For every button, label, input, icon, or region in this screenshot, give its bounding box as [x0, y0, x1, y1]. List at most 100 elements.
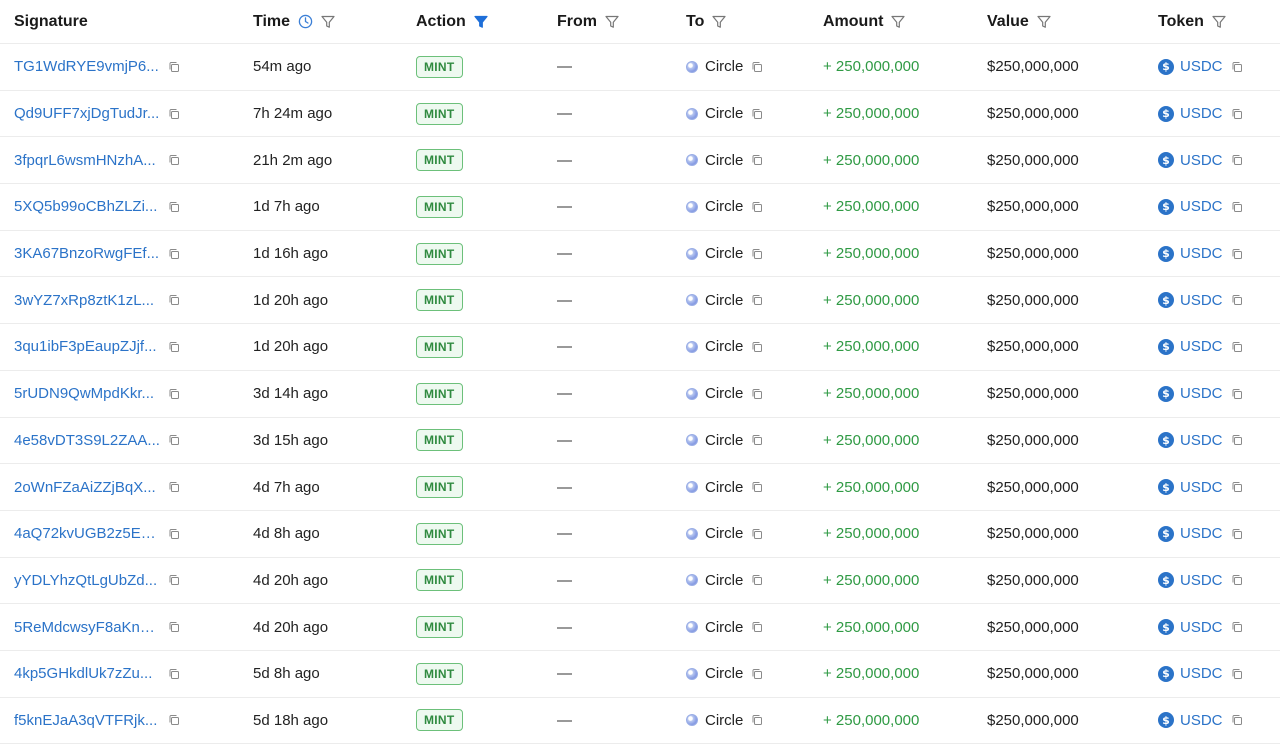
action-badge[interactable]: MINT [416, 149, 463, 172]
signature-link[interactable]: Qd9UFF7xjDgTudJr... [14, 105, 160, 122]
copy-icon[interactable] [168, 388, 180, 400]
copy-icon[interactable] [751, 528, 763, 540]
copy-icon[interactable] [751, 481, 763, 493]
filter-icon[interactable] [321, 15, 335, 29]
to-link[interactable]: Circle [705, 712, 743, 729]
copy-icon[interactable] [168, 341, 180, 353]
token-link[interactable]: USDC [1180, 198, 1223, 215]
action-badge[interactable]: MINT [416, 429, 463, 452]
signature-link[interactable]: 3qu1ibF3pEaupZJjf... [14, 338, 160, 355]
to-link[interactable]: Circle [705, 152, 743, 169]
action-badge[interactable]: MINT [416, 242, 463, 265]
copy-icon[interactable] [168, 248, 180, 260]
token-link[interactable]: USDC [1180, 245, 1223, 262]
copy-icon[interactable] [168, 621, 180, 633]
signature-link[interactable]: TG1WdRYE9vmjP6... [14, 58, 160, 75]
signature-link[interactable]: 2oWnFZaAiZZjBqX... [14, 479, 160, 496]
copy-icon[interactable] [751, 341, 763, 353]
copy-icon[interactable] [751, 248, 763, 260]
action-badge[interactable]: MINT [416, 476, 463, 499]
copy-icon[interactable] [168, 481, 180, 493]
copy-icon[interactable] [751, 201, 763, 213]
signature-link[interactable]: 3KA67BnzoRwgFEf... [14, 245, 160, 262]
signature-link[interactable]: 5ReMdcwsyF8aKnP... [14, 619, 160, 636]
action-badge[interactable]: MINT [416, 289, 463, 312]
token-link[interactable]: USDC [1180, 58, 1223, 75]
copy-icon[interactable] [751, 621, 763, 633]
to-link[interactable]: Circle [705, 619, 743, 636]
filter-icon[interactable] [1212, 15, 1226, 29]
action-badge[interactable]: MINT [416, 569, 463, 592]
signature-link[interactable]: 4kp5GHkdlUk7zZu... [14, 665, 160, 682]
to-link[interactable]: Circle [705, 105, 743, 122]
token-link[interactable]: USDC [1180, 432, 1223, 449]
token-link[interactable]: USDC [1180, 105, 1223, 122]
signature-link[interactable]: 3wYZ7xRp8ztK1zL... [14, 292, 160, 309]
token-link[interactable]: USDC [1180, 619, 1223, 636]
action-badge[interactable]: MINT [416, 662, 463, 685]
to-link[interactable]: Circle [705, 385, 743, 402]
copy-icon[interactable] [1231, 621, 1243, 633]
copy-icon[interactable] [1231, 574, 1243, 586]
copy-icon[interactable] [751, 714, 763, 726]
signature-link[interactable]: yYDLYhzQtLgUbZd... [14, 572, 160, 589]
copy-icon[interactable] [168, 668, 180, 680]
copy-icon[interactable] [168, 154, 180, 166]
token-link[interactable]: USDC [1180, 525, 1223, 542]
token-link[interactable]: USDC [1180, 479, 1223, 496]
copy-icon[interactable] [1231, 481, 1243, 493]
signature-link[interactable]: 5rUDN9QwMpdKkr... [14, 385, 160, 402]
to-link[interactable]: Circle [705, 665, 743, 682]
token-link[interactable]: USDC [1180, 712, 1223, 729]
action-badge[interactable]: MINT [416, 55, 463, 78]
filter-icon[interactable] [712, 15, 726, 29]
copy-icon[interactable] [1231, 154, 1243, 166]
token-link[interactable]: USDC [1180, 338, 1223, 355]
signature-link[interactable]: 3fpqrL6wsmHNzhA... [14, 152, 160, 169]
copy-icon[interactable] [168, 201, 180, 213]
to-link[interactable]: Circle [705, 479, 743, 496]
copy-icon[interactable] [168, 61, 180, 73]
copy-icon[interactable] [168, 528, 180, 540]
active-filter-icon[interactable] [474, 15, 488, 29]
copy-icon[interactable] [751, 434, 763, 446]
token-link[interactable]: USDC [1180, 292, 1223, 309]
action-badge[interactable]: MINT [416, 616, 463, 639]
copy-icon[interactable] [751, 668, 763, 680]
copy-icon[interactable] [751, 388, 763, 400]
copy-icon[interactable] [1231, 108, 1243, 120]
action-badge[interactable]: MINT [416, 335, 463, 358]
copy-icon[interactable] [751, 61, 763, 73]
action-badge[interactable]: MINT [416, 709, 463, 732]
action-badge[interactable]: MINT [416, 102, 463, 125]
to-link[interactable]: Circle [705, 525, 743, 542]
token-link[interactable]: USDC [1180, 152, 1223, 169]
copy-icon[interactable] [1231, 61, 1243, 73]
action-badge[interactable]: MINT [416, 382, 463, 405]
copy-icon[interactable] [168, 574, 180, 586]
copy-icon[interactable] [751, 294, 763, 306]
copy-icon[interactable] [168, 294, 180, 306]
copy-icon[interactable] [1231, 528, 1243, 540]
copy-icon[interactable] [751, 574, 763, 586]
to-link[interactable]: Circle [705, 572, 743, 589]
copy-icon[interactable] [168, 108, 180, 120]
copy-icon[interactable] [1231, 434, 1243, 446]
clock-icon[interactable] [298, 14, 313, 29]
filter-icon[interactable] [605, 15, 619, 29]
copy-icon[interactable] [1231, 294, 1243, 306]
signature-link[interactable]: f5knEJaA3qVTFRjk... [14, 712, 160, 729]
to-link[interactable]: Circle [705, 198, 743, 215]
copy-icon[interactable] [1231, 668, 1243, 680]
copy-icon[interactable] [1231, 714, 1243, 726]
token-link[interactable]: USDC [1180, 665, 1223, 682]
copy-icon[interactable] [751, 108, 763, 120]
to-link[interactable]: Circle [705, 432, 743, 449]
copy-icon[interactable] [1231, 201, 1243, 213]
signature-link[interactable]: 4aQ72kvUGB2z5EF... [14, 525, 160, 542]
copy-icon[interactable] [1231, 248, 1243, 260]
filter-icon[interactable] [1037, 15, 1051, 29]
copy-icon[interactable] [1231, 388, 1243, 400]
signature-link[interactable]: 5XQ5b99oCBhZLZi... [14, 198, 160, 215]
token-link[interactable]: USDC [1180, 385, 1223, 402]
